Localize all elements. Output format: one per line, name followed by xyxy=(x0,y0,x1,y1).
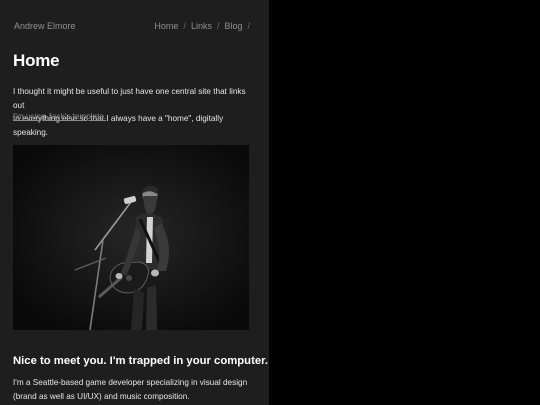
nav-separator: / xyxy=(247,21,250,31)
nav-link-links[interactable]: Links xyxy=(191,21,212,31)
section-line: I'm a Seattle-based game developer speci… xyxy=(13,378,248,387)
content-column: Andrew Elmore Home / Links / Blog / Home… xyxy=(0,0,269,405)
section-title: Nice to meet you. I'm trapped in your co… xyxy=(13,355,269,367)
intro-line: I thought it might be useful to just hav… xyxy=(13,87,246,110)
nav-separator: / xyxy=(216,21,220,31)
page-title: Home xyxy=(13,51,60,70)
section-line: (brand as well as UI/UX) and music compo… xyxy=(13,391,190,401)
template-credit-link[interactable]: I'm using Jack's template. xyxy=(13,112,106,121)
section-paragraph: I'm a Seattle-based game developer speci… xyxy=(13,376,253,403)
nav-separator: / xyxy=(183,21,186,31)
nav-link-home[interactable]: Home xyxy=(154,21,178,31)
page: Andrew Elmore Home / Links / Blog / Home… xyxy=(0,0,540,405)
guitarist-photo-illustration xyxy=(13,145,249,330)
main-nav: Home / Links / Blog / xyxy=(154,21,255,31)
nav-link-blog[interactable]: Blog xyxy=(224,21,242,31)
hero-photo xyxy=(13,145,249,330)
site-header: Andrew Elmore Home / Links / Blog / xyxy=(14,19,255,33)
site-name-link[interactable]: Andrew Elmore xyxy=(14,21,76,31)
